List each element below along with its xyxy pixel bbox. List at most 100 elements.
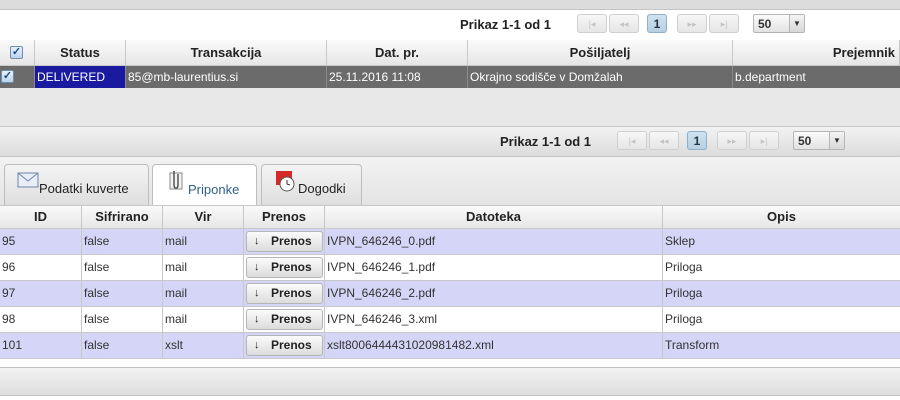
date-cell: 25.11.2016 11:08 (327, 66, 468, 88)
prev-page-button[interactable]: ◂◂ (609, 14, 639, 33)
next-page-button[interactable]: ▸▸ (717, 131, 747, 150)
column-header-sender[interactable]: Pošiljatelj (468, 40, 733, 66)
calendar-clock-icon (274, 169, 298, 196)
paperclip-icon (166, 169, 186, 196)
column-header-download[interactable]: Prenos (244, 205, 325, 229)
encrypted-cell: false (82, 307, 163, 332)
id-cell: 96 (0, 255, 82, 280)
download-arrow-icon: ↓ (254, 339, 260, 351)
id-cell: 98 (0, 307, 82, 332)
pager-top: Prikaz 1-1 od 1 |◂ ◂◂ 1 ▸▸ ▸| 50 ▼ (0, 10, 900, 40)
download-arrow-icon: ↓ (254, 287, 260, 299)
download-button-label: Prenos (271, 234, 312, 248)
column-header-date[interactable]: Dat. pr. (327, 40, 468, 66)
description-cell: Priloga (665, 286, 703, 300)
page-size-value: 50 (758, 17, 772, 31)
download-cell: ↓ Prenos (244, 229, 325, 254)
prev-page-button[interactable]: ◂◂ (649, 131, 679, 150)
file-cell: IVPN_646246_1.pdf (325, 255, 663, 280)
column-header-id[interactable]: ID (0, 205, 82, 229)
select-all-header: ✓ (0, 40, 35, 66)
download-button[interactable]: ↓ Prenos (246, 231, 323, 252)
column-header-recipient[interactable]: Prejemnik (733, 40, 900, 66)
download-button-label: Prenos (271, 286, 312, 300)
download-button-label: Prenos (271, 312, 312, 326)
top-strip (0, 0, 900, 10)
download-button-label: Prenos (271, 338, 312, 352)
chevron-down-icon: ▼ (789, 15, 804, 32)
page-size-select[interactable]: 50 ▼ (753, 14, 805, 33)
tab-label: Priponke (188, 182, 240, 197)
row-select-cell: ✓ (0, 66, 35, 88)
file-cell: IVPN_646246_0.pdf (325, 229, 663, 254)
row-checkbox[interactable]: ✓ (1, 70, 14, 83)
id-cell: 97 (0, 281, 82, 306)
tab-label: Dogodki (298, 181, 346, 196)
pager-bottom: Prikaz 1-1 od 1 |◂ ◂◂ 1 ▸▸ ▸| 50 ▼ (0, 126, 900, 157)
download-button[interactable]: ↓ Prenos (246, 335, 323, 356)
description-cell: Transform (665, 338, 720, 352)
column-header-description[interactable]: Opis (663, 205, 900, 229)
tab-bar: Podatki kuverte Priponke Dogodki (0, 157, 900, 206)
column-header-status[interactable]: Status (35, 40, 126, 66)
download-arrow-icon: ↓ (254, 313, 260, 325)
tab-attachments[interactable]: Priponke (152, 164, 257, 206)
source-cell: mail (163, 307, 244, 332)
encrypted-cell: false (82, 333, 163, 358)
first-page-button[interactable]: |◂ (577, 14, 607, 33)
sender-cell: Okrajno sodišče v Domžalah (468, 66, 733, 88)
download-cell: ↓ Prenos (244, 307, 325, 332)
attachments-footer (0, 367, 900, 396)
download-button-label: Prenos (271, 260, 312, 274)
status-cell: DELIVERED (35, 66, 126, 88)
select-all-checkbox[interactable]: ✓ (10, 46, 23, 59)
source-cell: mail (163, 281, 244, 306)
last-page-button[interactable]: ▸| (709, 14, 739, 33)
description-cell: Priloga (665, 260, 703, 274)
pager-summary: Prikaz 1-1 od 1 (460, 17, 552, 32)
table-row[interactable]: 95 false mail ↓ Prenos IVPN_646246_0.pdf … (0, 229, 900, 255)
next-page-button[interactable]: ▸▸ (677, 14, 707, 33)
download-cell: ↓ Prenos (244, 333, 325, 358)
page-number-button[interactable]: 1 (647, 14, 667, 33)
table-row[interactable]: 96 false mail ↓ Prenos IVPN_646246_1.pdf … (0, 255, 900, 281)
download-button[interactable]: ↓ Prenos (246, 257, 323, 278)
encrypted-cell: false (82, 281, 163, 306)
id-cell: 101 (0, 333, 82, 358)
download-cell: ↓ Prenos (244, 281, 325, 306)
column-header-source[interactable]: Vir (163, 205, 244, 229)
tab-label: Podatki kuverte (39, 181, 129, 196)
envelope-row[interactable]: ✓ DELIVERED 85@mb-laurentius.si 25.11.20… (0, 66, 900, 88)
file-cell: IVPN_646246_2.pdf (325, 281, 663, 306)
tab-events[interactable]: Dogodki (261, 164, 362, 205)
column-header-transaction[interactable]: Transakcija (126, 40, 327, 66)
pager-summary: Prikaz 1-1 od 1 (500, 134, 592, 149)
encrypted-cell: false (82, 255, 163, 280)
column-header-encrypted[interactable]: Sifrirano (82, 205, 163, 229)
transaction-cell: 85@mb-laurentius.si (126, 66, 327, 88)
last-page-button[interactable]: ▸| (749, 131, 779, 150)
page-number-button[interactable]: 1 (687, 131, 707, 150)
download-button[interactable]: ↓ Prenos (246, 283, 323, 304)
table-row[interactable]: 101 false xslt ↓ Prenos xslt8006444431020… (0, 333, 900, 359)
table-row[interactable]: 98 false mail ↓ Prenos IVPN_646246_3.xml … (0, 307, 900, 333)
download-cell: ↓ Prenos (244, 255, 325, 280)
download-button[interactable]: ↓ Prenos (246, 309, 323, 330)
file-cell: xslt8006444431020981482.xml (325, 333, 663, 358)
source-cell: mail (163, 255, 244, 280)
table-row[interactable]: 97 false mail ↓ Prenos IVPN_646246_2.pdf … (0, 281, 900, 307)
encrypted-cell: false (82, 229, 163, 254)
source-cell: xslt (163, 333, 244, 358)
chevron-down-icon: ▼ (829, 132, 844, 149)
tab-envelope-data[interactable]: Podatki kuverte (4, 164, 149, 205)
envelope-icon (17, 171, 39, 192)
first-page-button[interactable]: |◂ (617, 131, 647, 150)
column-header-file[interactable]: Datoteka (325, 205, 663, 229)
description-cell: Sklep (665, 234, 696, 248)
recipient-cell: b.department (735, 70, 806, 84)
source-cell: mail (163, 229, 244, 254)
description-cell: Priloga (665, 312, 703, 326)
page-size-select[interactable]: 50 ▼ (793, 131, 845, 150)
file-cell: IVPN_646246_3.xml (325, 307, 663, 332)
envelope-grid-empty-area (0, 88, 900, 126)
